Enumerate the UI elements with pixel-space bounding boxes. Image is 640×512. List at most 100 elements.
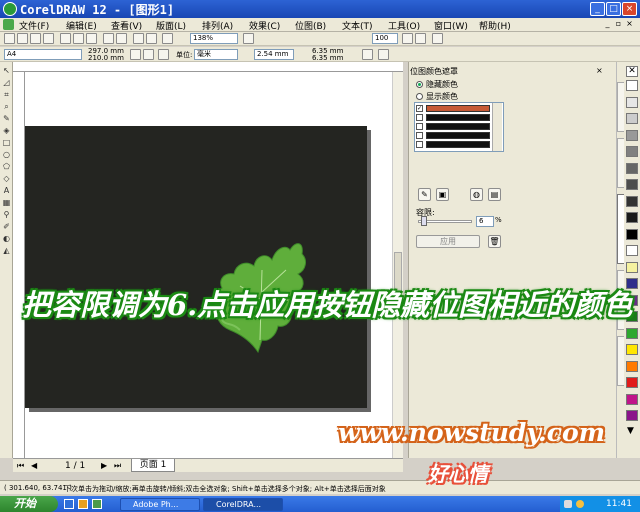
palette-swatch[interactable] — [626, 393, 638, 405]
smart-fill-icon[interactable]: ◈ — [2, 126, 11, 135]
menu-text[interactable]: 文本(T) — [342, 19, 373, 32]
mask-color-swatch[interactable] — [426, 132, 490, 139]
palette-swatch[interactable] — [626, 360, 638, 372]
menu-tools[interactable]: 工具(O) — [388, 19, 420, 32]
quick-launch-folder-icon[interactable] — [78, 499, 88, 509]
palette-swatch[interactable] — [626, 245, 638, 256]
app-launcher-icon[interactable] — [162, 33, 173, 44]
interactive-fill-icon[interactable]: ◭ — [2, 246, 11, 255]
prev-page-icon[interactable]: ◀ — [31, 461, 37, 470]
mask-color-checkbox[interactable] — [416, 123, 423, 130]
palette-swatch[interactable] — [626, 146, 638, 157]
doc-minimize-button[interactable]: _ — [603, 19, 612, 29]
menu-view[interactable]: 查看(V) — [111, 19, 142, 32]
volume-icon[interactable] — [576, 500, 584, 508]
portrait-icon[interactable] — [130, 49, 141, 60]
undo-icon[interactable] — [103, 33, 114, 44]
open-icon[interactable] — [17, 33, 28, 44]
no-fill-swatch[interactable]: ✕ — [626, 66, 638, 77]
minimize-button[interactable]: _ — [590, 2, 605, 16]
nudge-distance-field[interactable]: 2.54 mm — [254, 49, 294, 60]
palette-swatch[interactable] — [626, 377, 638, 388]
menu-edit[interactable]: 编辑(E) — [66, 19, 97, 32]
mask-color-checkbox[interactable] — [416, 132, 423, 139]
palette-swatch[interactable] — [626, 113, 638, 124]
color-selector-icon[interactable]: ✎ — [418, 188, 431, 201]
snap-icon[interactable] — [362, 49, 373, 60]
paper-size-select[interactable]: A4 — [4, 49, 82, 60]
edit-color-icon[interactable]: ▣ — [436, 188, 449, 201]
options-icon[interactable] — [243, 33, 254, 44]
pick-tool-icon[interactable]: ↖ — [2, 66, 11, 75]
quick-launch-ie-icon[interactable] — [64, 499, 74, 509]
palette-swatch[interactable] — [626, 80, 638, 91]
palette-swatch[interactable] — [626, 162, 638, 174]
save-mask-icon[interactable]: ◍ — [470, 188, 483, 201]
zoom-level-select[interactable]: 138% — [190, 33, 238, 44]
menu-file[interactable]: 文件(F) — [19, 19, 49, 32]
palette-swatch[interactable] — [626, 344, 638, 355]
normal-view-icon[interactable] — [415, 33, 426, 44]
shape-tool-icon[interactable]: ◿ — [2, 78, 11, 87]
mask-color-swatch[interactable] — [426, 141, 490, 148]
page-tab-1[interactable]: 页面 1 — [131, 459, 175, 472]
menu-help[interactable]: 帮助(H) — [479, 19, 511, 32]
treat-objects-icon[interactable] — [378, 49, 389, 60]
mask-color-checkbox[interactable]: ✓ — [416, 105, 423, 112]
export-icon[interactable] — [146, 33, 157, 44]
palette-swatch[interactable] — [626, 96, 638, 108]
ellipse-tool-icon[interactable]: ○ — [2, 150, 11, 159]
polygon-tool-icon[interactable]: ⬠ — [2, 162, 11, 171]
basic-shapes-icon[interactable]: ◇ — [2, 174, 11, 183]
palette-swatch[interactable] — [626, 212, 638, 223]
menu-bitmaps[interactable]: 位图(B) — [295, 19, 326, 32]
bitmap-image[interactable] — [25, 126, 367, 408]
mask-color-checkbox[interactable] — [416, 141, 423, 148]
next-page-icon[interactable]: ▶ — [101, 461, 107, 470]
landscape-icon[interactable] — [143, 49, 154, 60]
menu-effects[interactable]: 效果(C) — [249, 19, 280, 32]
open-mask-icon[interactable]: ▤ — [488, 188, 501, 201]
tolerance-slider-thumb[interactable] — [421, 216, 427, 226]
palette-scroll-down-icon[interactable]: ▼ — [627, 426, 634, 436]
units-select[interactable]: 毫米 — [194, 49, 238, 60]
vertical-scrollbar[interactable] — [392, 72, 403, 458]
last-page-icon[interactable]: ⏭ — [114, 461, 121, 471]
tolerance-input[interactable]: 6 — [476, 216, 494, 227]
mask-color-swatch[interactable] — [426, 105, 490, 112]
palette-swatch[interactable] — [626, 261, 638, 273]
palette-swatch[interactable] — [626, 129, 638, 141]
remove-mask-icon[interactable]: 🗑 — [488, 235, 501, 248]
duplicate-y-field[interactable]: 6.35 mm — [312, 54, 343, 62]
first-page-icon[interactable]: ⏮ — [17, 461, 24, 471]
docker-close-icon[interactable]: × — [596, 66, 603, 75]
print-icon[interactable] — [43, 33, 54, 44]
mask-color-checkbox[interactable] — [416, 114, 423, 121]
cut-icon[interactable] — [60, 33, 71, 44]
save-icon[interactable] — [30, 33, 41, 44]
enhanced-view-icon[interactable] — [432, 33, 443, 44]
zoom-secondary-select[interactable]: 100 — [372, 33, 398, 44]
show-colors-radio[interactable] — [416, 93, 423, 100]
palette-swatch[interactable] — [626, 327, 638, 339]
mask-color-swatch[interactable] — [426, 123, 490, 130]
palette-swatch[interactable] — [626, 179, 638, 190]
menu-arrange[interactable]: 排列(A) — [202, 19, 233, 32]
redo-icon[interactable] — [116, 33, 127, 44]
horizontal-ruler[interactable] — [13, 62, 403, 72]
fill-tool-icon[interactable]: ◐ — [2, 234, 11, 243]
menu-window[interactable]: 窗口(W) — [434, 19, 468, 32]
rectangle-tool-icon[interactable]: □ — [2, 138, 11, 147]
doc-restore-button[interactable]: ▫ — [614, 19, 623, 29]
palette-swatch[interactable] — [626, 195, 638, 207]
new-icon[interactable] — [4, 33, 15, 44]
vertical-ruler[interactable] — [13, 72, 25, 458]
mask-color-row[interactable]: 0 — [416, 140, 502, 150]
task-photoshop[interactable]: Adobe Ph... — [120, 498, 200, 511]
palette-swatch[interactable] — [626, 410, 638, 421]
text-tool-icon[interactable]: A — [2, 186, 11, 195]
crop-tool-icon[interactable]: ⌗ — [2, 90, 11, 99]
eyedropper-tool-icon[interactable]: ⚲ — [2, 210, 11, 219]
mask-color-swatch[interactable] — [426, 114, 490, 121]
copy-icon[interactable] — [73, 33, 84, 44]
